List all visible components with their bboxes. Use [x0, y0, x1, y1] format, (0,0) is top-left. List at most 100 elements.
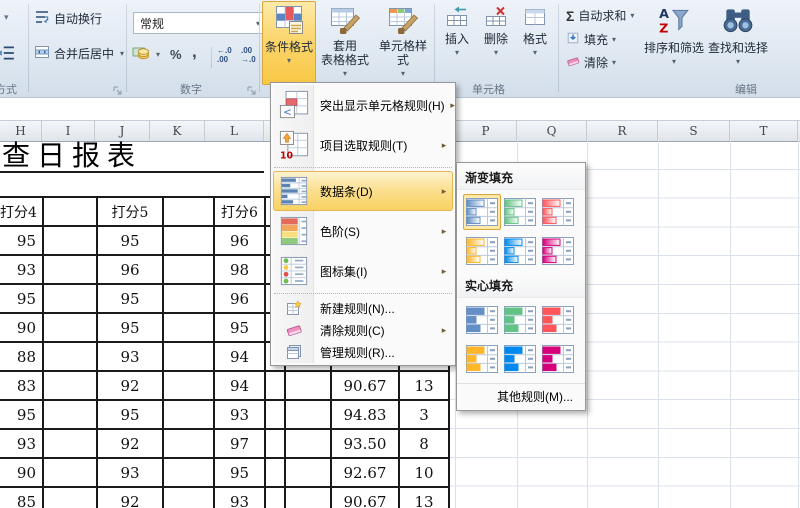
- databar-style-gradient-4[interactable]: [463, 233, 501, 269]
- table-cell[interactable]: [264, 486, 286, 508]
- table-cell[interactable]: 93: [96, 341, 164, 372]
- table-cell[interactable]: 打分6: [213, 196, 266, 227]
- menu-item-more-rules[interactable]: 其他规则(M)...: [457, 383, 585, 408]
- table-cell[interactable]: 95: [0, 225, 44, 256]
- column-header-P[interactable]: P: [455, 121, 517, 141]
- table-cell[interactable]: [162, 370, 215, 401]
- table-cell[interactable]: [42, 399, 98, 430]
- table-cell[interactable]: [42, 457, 98, 488]
- percent-style-button[interactable]: %: [170, 47, 182, 62]
- number-format-select[interactable]: 常规 ▾: [133, 12, 267, 34]
- table-cell[interactable]: [42, 370, 98, 401]
- table-cell[interactable]: [162, 399, 215, 430]
- table-cell[interactable]: [162, 428, 215, 459]
- table-cell[interactable]: 13: [398, 486, 450, 508]
- table-cell[interactable]: 83: [0, 370, 44, 401]
- databar-style-solid-2[interactable]: [501, 302, 539, 338]
- table-cell[interactable]: 92.67: [330, 457, 400, 488]
- table-cell[interactable]: 85: [0, 486, 44, 508]
- databar-style-gradient-6[interactable]: [539, 233, 577, 269]
- menu-item-clear-rules[interactable]: 清除规则(C) ▸: [273, 319, 453, 341]
- table-cell[interactable]: 90: [0, 312, 44, 343]
- table-cell[interactable]: 95: [96, 399, 164, 430]
- table-cell[interactable]: [284, 370, 332, 401]
- databar-style-gradient-2[interactable]: [501, 194, 539, 230]
- chevron-down-icon[interactable]: ▾: [4, 12, 9, 23]
- table-cell[interactable]: 93: [213, 399, 266, 430]
- table-cell[interactable]: 打分4: [0, 196, 44, 227]
- menu-item-highlight-cells-rules[interactable]: < 突出显示单元格规则(H) ▸: [273, 85, 455, 125]
- table-cell[interactable]: [284, 399, 332, 430]
- table-cell[interactable]: [264, 428, 286, 459]
- table-cell[interactable]: 94: [213, 341, 266, 372]
- table-cell[interactable]: 95: [0, 399, 44, 430]
- wrap-text-button[interactable]: 自动换行: [34, 9, 102, 28]
- table-cell[interactable]: 96: [96, 254, 164, 285]
- increase-decimal-button[interactable]: ←.0.00: [217, 46, 232, 64]
- dialog-launcher-icon[interactable]: [112, 83, 123, 95]
- menu-item-icon-sets[interactable]: 图标集(I) ▸: [273, 251, 453, 291]
- table-cell[interactable]: 95: [96, 225, 164, 256]
- accounting-format-button[interactable]: ▾: [132, 45, 160, 64]
- table-cell[interactable]: 95: [0, 283, 44, 314]
- table-cell[interactable]: 96: [213, 225, 266, 256]
- insert-cells-button[interactable]: 插入 ▾: [438, 2, 476, 82]
- table-cell[interactable]: 94: [213, 370, 266, 401]
- table-cell[interactable]: 95: [96, 283, 164, 314]
- column-header-K[interactable]: K: [150, 121, 205, 141]
- table-cell[interactable]: [42, 486, 98, 508]
- menu-item-color-scales[interactable]: 色阶(S) ▸: [273, 211, 453, 251]
- table-cell[interactable]: 90.67: [330, 370, 400, 401]
- table-cell[interactable]: [162, 341, 215, 372]
- databar-style-solid-5[interactable]: [501, 341, 539, 377]
- find-select-button[interactable]: 查找和选择 ▾: [706, 1, 770, 85]
- databar-style-solid-4[interactable]: [463, 341, 501, 377]
- table-cell[interactable]: [264, 457, 286, 488]
- menu-item-manage-rules[interactable]: 管理规则(R)...: [273, 341, 453, 363]
- table-cell[interactable]: [264, 399, 286, 430]
- table-cell[interactable]: 90.67: [330, 486, 400, 508]
- table-cell[interactable]: 93: [213, 486, 266, 508]
- table-cell[interactable]: [42, 225, 98, 256]
- table-cell[interactable]: [264, 370, 286, 401]
- table-cell[interactable]: 93: [96, 457, 164, 488]
- sort-filter-button[interactable]: AZ 排序和筛选 ▾: [644, 1, 704, 85]
- menu-item-data-bars[interactable]: 数据条(D) ▸: [273, 171, 453, 211]
- table-cell[interactable]: 93: [0, 428, 44, 459]
- table-cell[interactable]: 95: [96, 312, 164, 343]
- format-cells-button[interactable]: 格式 ▾: [516, 2, 554, 82]
- comma-style-button[interactable]: ,: [192, 42, 197, 62]
- autosum-button[interactable]: Σ 自动求和 ▾: [566, 7, 634, 24]
- table-cell[interactable]: 94.83: [330, 399, 400, 430]
- conditional-formatting-button[interactable]: 条件格式 ▾: [262, 1, 316, 85]
- table-cell[interactable]: 90: [0, 457, 44, 488]
- table-cell[interactable]: [42, 312, 98, 343]
- table-cell[interactable]: [162, 196, 215, 227]
- table-cell[interactable]: [284, 428, 332, 459]
- table-cell[interactable]: 98: [213, 254, 266, 285]
- delete-cells-button[interactable]: 删除 ▾: [477, 2, 515, 82]
- table-cell[interactable]: [42, 254, 98, 285]
- table-cell[interactable]: [162, 312, 215, 343]
- databar-style-solid-6[interactable]: [539, 341, 577, 377]
- fill-button[interactable]: 填充 ▾: [566, 31, 616, 48]
- table-cell[interactable]: 13: [398, 370, 450, 401]
- column-header-R[interactable]: R: [587, 121, 658, 141]
- table-cell[interactable]: [42, 428, 98, 459]
- menu-item-new-rule[interactable]: 新建规则(N)...: [273, 297, 453, 319]
- indent-icon[interactable]: [0, 44, 15, 67]
- table-cell[interactable]: 95: [213, 312, 266, 343]
- table-cell[interactable]: 10: [398, 457, 450, 488]
- table-cell[interactable]: 96: [213, 283, 266, 314]
- table-cell[interactable]: [42, 196, 98, 227]
- table-cell[interactable]: [162, 486, 215, 508]
- menu-item-top-bottom-rules[interactable]: 10 项目选取规则(T) ▸: [273, 125, 453, 165]
- databar-style-gradient-1[interactable]: [463, 194, 501, 230]
- table-cell[interactable]: [42, 283, 98, 314]
- table-cell[interactable]: [162, 254, 215, 285]
- table-cell[interactable]: 93: [0, 254, 44, 285]
- table-cell[interactable]: [284, 457, 332, 488]
- merge-center-button[interactable]: 合并后居中 ▾: [34, 44, 124, 63]
- table-cell[interactable]: [162, 225, 215, 256]
- table-cell[interactable]: 3: [398, 399, 450, 430]
